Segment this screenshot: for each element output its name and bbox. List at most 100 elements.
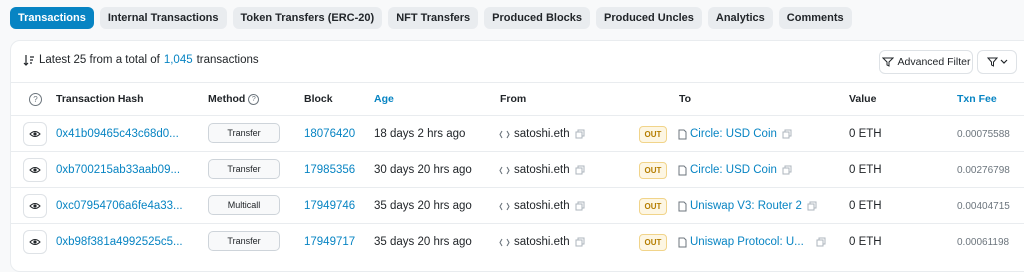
advanced-filter-icon: [881, 57, 894, 67]
header-divider: [11, 82, 1024, 83]
filter-dropdown-button[interactable]: [977, 50, 1017, 74]
summary-prefix: Latest 25 from a total of: [39, 54, 160, 66]
header-block: Block: [304, 93, 333, 105]
from-name[interactable]: satoshi.eth: [514, 236, 570, 248]
method-badge: Transfer: [208, 123, 280, 143]
tab-analytics[interactable]: Analytics: [707, 7, 773, 29]
txn-fee-text: 0.00404715: [957, 200, 1010, 212]
document-icon: [678, 129, 687, 139]
tab-produced-uncles[interactable]: Produced Uncles: [596, 7, 702, 29]
copy-icon[interactable]: [575, 129, 585, 139]
value-text: 0 ETH: [849, 236, 882, 248]
transaction-hash-link[interactable]: 0xc07954706a6fe4a33...: [56, 188, 183, 224]
age-text: 35 days 20 hrs ago: [374, 236, 472, 248]
table-row: 0x41b09465c43c68d0... Transfer 18076420 …: [11, 115, 1024, 152]
header-transaction-hash: Transaction Hash: [56, 93, 144, 105]
to-name-link[interactable]: Uniswap Protocol: U...: [690, 236, 804, 248]
to-address: Uniswap V3: Router 2: [678, 188, 817, 224]
table-row: 0xb700215ab33aab09... Transfer 17985356 …: [11, 151, 1024, 188]
sort-icon: [23, 55, 34, 66]
method-badge: Transfer: [208, 231, 280, 251]
header-txn-fee[interactable]: Txn Fee: [957, 93, 997, 105]
from-address: satoshi.eth: [499, 116, 585, 152]
to-name-link[interactable]: Circle: USD Coin: [690, 164, 777, 176]
code-icon: [499, 238, 510, 246]
direction-badge: OUT: [639, 198, 667, 215]
direction-badge: OUT: [639, 234, 667, 251]
tab-comments[interactable]: Comments: [778, 7, 852, 29]
from-address: satoshi.eth: [499, 152, 585, 188]
copy-icon[interactable]: [782, 129, 792, 139]
summary-count-link[interactable]: 1,045: [164, 54, 193, 66]
copy-icon[interactable]: [816, 237, 826, 247]
preview-button[interactable]: [23, 122, 47, 146]
document-icon: [678, 165, 687, 175]
copy-icon[interactable]: [782, 165, 792, 175]
table-row: 0xc07954706a6fe4a33... Multicall 1794974…: [11, 187, 1024, 224]
code-icon: [499, 166, 510, 174]
direction-badge: OUT: [639, 162, 667, 179]
chevron-down-icon: [1000, 59, 1007, 64]
copy-icon[interactable]: [575, 237, 585, 247]
header-method-label: Method: [208, 93, 246, 105]
tab-produced-blocks[interactable]: Produced Blocks: [484, 7, 591, 29]
age-text: 30 days 20 hrs ago: [374, 164, 472, 176]
summary-suffix: transactions: [196, 54, 259, 66]
preview-button[interactable]: [23, 158, 47, 182]
transaction-hash-link[interactable]: 0xb98f381a4992525c5...: [56, 224, 183, 260]
advanced-filter-button[interactable]: Advanced Filter: [879, 50, 973, 74]
header-to: To: [679, 93, 692, 105]
code-icon: [499, 130, 510, 138]
block-link[interactable]: 17949746: [304, 188, 355, 224]
tab-nft-transfers[interactable]: NFT Transfers: [388, 7, 479, 29]
tab-bar: Transactions Internal Transactions Token…: [10, 7, 852, 29]
age-text: 35 days 20 hrs ago: [374, 200, 472, 212]
header-value: Value: [849, 93, 877, 105]
from-name[interactable]: satoshi.eth: [514, 164, 570, 176]
from-address: satoshi.eth: [499, 188, 585, 224]
preview-button[interactable]: [23, 194, 47, 218]
to-address: Circle: USD Coin: [678, 116, 792, 152]
age-text: 18 days 2 hrs ago: [374, 128, 466, 140]
advanced-filter-label: Advanced Filter: [897, 56, 971, 68]
to-name-link[interactable]: Circle: USD Coin: [690, 128, 777, 140]
to-name-link[interactable]: Uniswap V3: Router 2: [690, 200, 802, 212]
tab-transactions[interactable]: Transactions: [10, 7, 94, 29]
copy-icon[interactable]: [575, 165, 585, 175]
value-text: 0 ETH: [849, 164, 882, 176]
eye-icon: [29, 131, 41, 137]
code-icon: [499, 202, 510, 210]
from-address: satoshi.eth: [499, 224, 585, 260]
method-badge: Transfer: [208, 159, 280, 179]
block-link[interactable]: 17985356: [304, 152, 355, 188]
eye-icon: [29, 239, 41, 245]
transaction-hash-link[interactable]: 0xb700215ab33aab09...: [56, 152, 180, 188]
question-circle-icon[interactable]: ?: [29, 93, 42, 106]
block-link[interactable]: 17949717: [304, 224, 355, 260]
txn-fee-text: 0.00276798: [957, 164, 1010, 176]
table-row: 0xb98f381a4992525c5... Transfer 17949717…: [11, 223, 1024, 260]
transactions-card: Latest 25 from a total of 1,045 transact…: [10, 40, 1024, 272]
header-from: From: [500, 93, 527, 105]
filter-icon: [986, 57, 998, 67]
transaction-hash-link[interactable]: 0x41b09465c43c68d0...: [56, 116, 179, 152]
value-text: 0 ETH: [849, 200, 882, 212]
to-address: Circle: USD Coin: [678, 152, 792, 188]
document-icon: [678, 201, 687, 211]
to-address: Uniswap Protocol: U...: [678, 224, 826, 260]
from-name[interactable]: satoshi.eth: [514, 200, 570, 212]
from-name[interactable]: satoshi.eth: [514, 128, 570, 140]
txn-fee-text: 0.00075588: [957, 128, 1010, 140]
preview-button[interactable]: [23, 230, 47, 254]
tab-internal-transactions[interactable]: Internal Transactions: [99, 7, 227, 29]
header-age[interactable]: Age: [374, 93, 394, 105]
copy-icon[interactable]: [575, 201, 585, 211]
block-link[interactable]: 18076420: [304, 116, 355, 152]
txn-fee-text: 0.00061198: [957, 236, 1010, 248]
method-info-icon[interactable]: ?: [248, 93, 260, 105]
direction-badge: OUT: [639, 126, 667, 143]
copy-icon[interactable]: [807, 201, 817, 211]
header-method: Method ?: [208, 93, 260, 105]
value-text: 0 ETH: [849, 128, 882, 140]
tab-token-transfers[interactable]: Token Transfers (ERC-20): [232, 7, 383, 29]
